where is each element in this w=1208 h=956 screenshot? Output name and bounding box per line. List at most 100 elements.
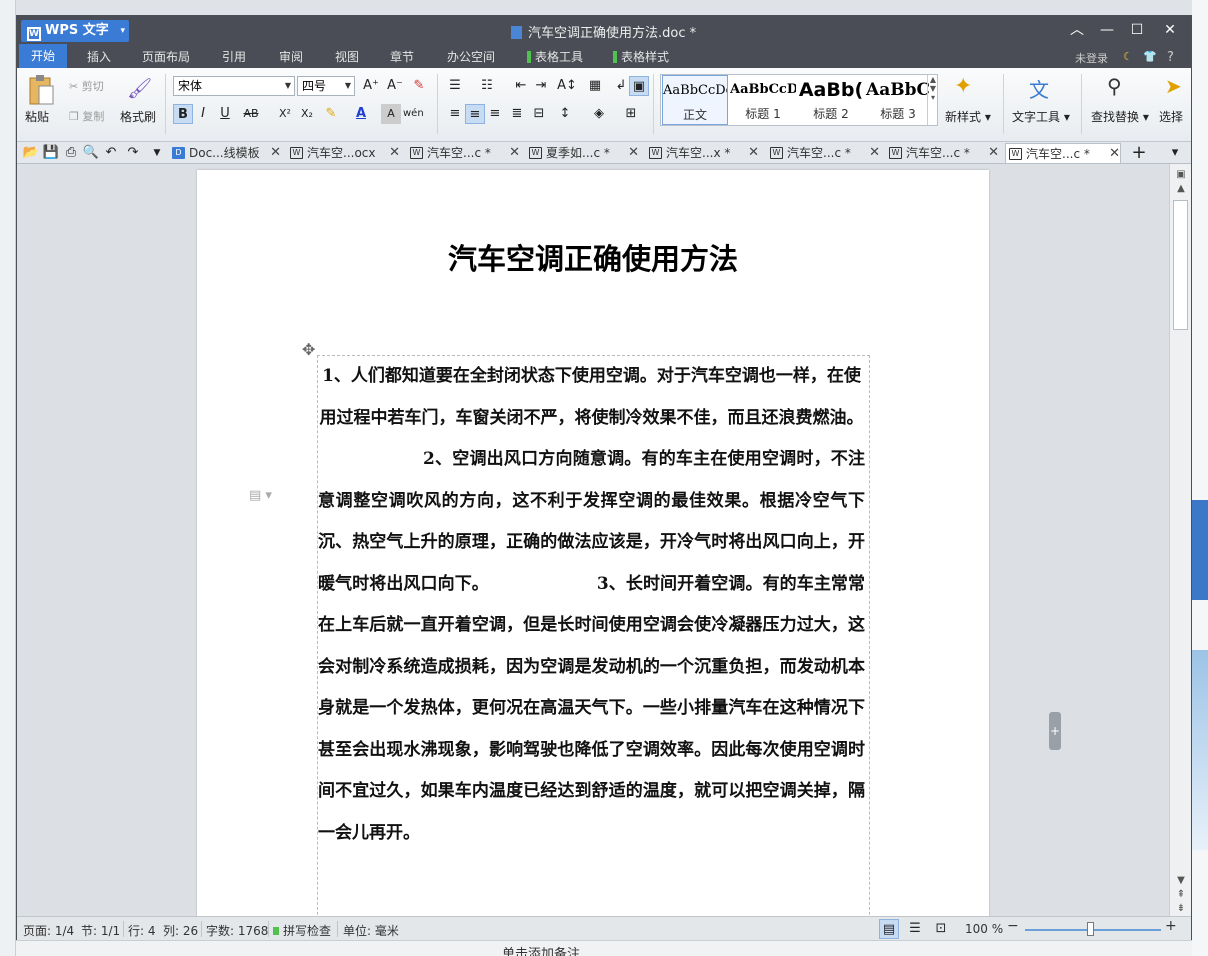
show-marks-icon[interactable]: ↲ <box>611 76 631 96</box>
status-page[interactable]: 页面: 1/4 <box>23 922 74 939</box>
paragraph-1[interactable]: 1、人们都知道要在全封闭状态下使用空调。对于汽车空调也一样，在使用过程中若车门，… <box>318 356 869 439</box>
shrink-font-button[interactable]: A⁻ <box>385 76 405 96</box>
tab-references[interactable]: 引用 <box>222 48 246 65</box>
tab-sections[interactable]: 章节 <box>390 48 414 65</box>
font-size-select[interactable]: 四号 ▼ <box>297 76 355 96</box>
new-style-button[interactable]: 新样式 ▾ <box>945 108 991 125</box>
style-normal[interactable]: AaBbCcDd 正文 <box>662 75 728 125</box>
align-right-icon[interactable]: ≡ <box>485 104 505 124</box>
next-page-icon[interactable]: ⇟ <box>1174 902 1188 916</box>
tab-view[interactable]: 视图 <box>335 48 359 65</box>
cut-button[interactable]: ✂ 剪切 <box>69 78 104 94</box>
style-heading-2[interactable]: AaBb( 标题 2 <box>798 75 864 125</box>
distribute-icon[interactable]: ⊟ <box>529 104 549 124</box>
vertical-scrollbar[interactable]: ▣ ▲ ▼ ⇞ ⇟ <box>1169 164 1191 916</box>
tab-table-style[interactable]: 表格样式 <box>613 48 669 65</box>
text-direction-icon[interactable]: A↕ <box>557 76 577 96</box>
skin-icon[interactable]: ☾ <box>1123 50 1133 63</box>
paste-button[interactable]: 粘贴 <box>25 108 49 125</box>
new-style-icon[interactable]: ✦ <box>954 74 972 99</box>
bullets-icon[interactable]: ☰ <box>445 76 465 96</box>
tab-review[interactable]: 审阅 <box>279 48 303 65</box>
close-tab-icon[interactable]: ✕ <box>628 143 639 163</box>
select-cursor-icon[interactable]: ➤ <box>1165 74 1182 98</box>
redo-icon[interactable]: ↷ <box>123 143 143 163</box>
move-handle-icon[interactable]: ✥ <box>302 340 315 359</box>
help-button[interactable]: ? <box>1167 50 1174 65</box>
format-painter-button[interactable]: 格式刷 <box>120 108 156 125</box>
scroll-top-icon[interactable]: ▣ <box>1174 168 1188 182</box>
doc-tab[interactable]: W 汽车空...c * ✕ <box>407 143 520 163</box>
tab-office-space[interactable]: 办公空间 <box>447 48 495 65</box>
select-button[interactable]: 选择 <box>1159 108 1183 125</box>
underline-button[interactable]: U <box>215 104 235 124</box>
frame-icon[interactable]: ▣ <box>629 76 649 96</box>
doc-tab[interactable]: W 汽车空...c * ✕ <box>767 143 880 163</box>
clear-format-button[interactable]: ✎ <box>409 76 429 96</box>
web-view-icon[interactable]: ⊡ <box>931 919 951 939</box>
zoom-slider-thumb[interactable] <box>1087 922 1094 936</box>
char-shading-icon[interactable]: A <box>381 104 401 124</box>
doc-tab[interactable]: W 夏季如...c * ✕ <box>526 143 639 163</box>
align-center-icon[interactable]: ≡ <box>465 104 485 124</box>
borders-icon[interactable]: ⊞ <box>621 104 641 124</box>
close-tab-icon[interactable]: ✕ <box>389 143 400 163</box>
table-grid-icon[interactable]: ▦ <box>585 76 605 96</box>
decrease-indent-icon[interactable]: ⇤ <box>511 76 531 96</box>
doc-tab[interactable]: W 汽车空...x * ✕ <box>646 143 759 163</box>
grow-font-button[interactable]: A⁺ <box>361 76 381 96</box>
zoom-level[interactable]: 100 % <box>965 922 1003 936</box>
copy-button[interactable]: ❐ 复制 <box>69 108 104 124</box>
text-tools-button[interactable]: 文字工具 ▾ <box>1012 108 1070 125</box>
maximize-button[interactable]: ☐ <box>1122 20 1152 40</box>
close-tab-icon[interactable]: ✕ <box>748 143 759 163</box>
tab-page-layout[interactable]: 页面布局 <box>142 48 190 65</box>
subscript-button[interactable]: X₂ <box>297 104 317 124</box>
save-icon[interactable]: 💾 <box>41 143 61 163</box>
text-tools-icon[interactable]: 文 <box>1029 74 1049 103</box>
new-tab-icon[interactable]: + <box>1129 143 1149 163</box>
status-unit[interactable]: 单位: 毫米 <box>343 922 399 939</box>
document-page[interactable]: 汽车空调正确使用方法 ✥ ▤ ▾ 1、人们都知道要在全封闭状态下使用空调。对于汽… <box>197 170 1061 916</box>
paragraph-2[interactable]: 2、空调出风口方向随意调。有的车主在使用空调时，不注意调整空调吹风的方向，这不利… <box>318 439 869 854</box>
spellcheck-toggle[interactable]: 拼写检查 <box>273 922 331 939</box>
scrollbar-thumb[interactable] <box>1173 200 1188 330</box>
font-color-icon[interactable]: A <box>351 104 371 124</box>
open-folder-icon[interactable]: 📂 <box>21 143 41 163</box>
close-button[interactable]: ✕ <box>1155 20 1185 40</box>
close-tab-icon[interactable]: ✕ <box>869 143 880 163</box>
tab-list-icon[interactable]: ▾ <box>1165 143 1185 163</box>
paragraph-layout-icon[interactable]: ▤ ▾ <box>249 488 272 503</box>
close-tab-icon[interactable]: ✕ <box>988 143 999 163</box>
app-menu-button[interactable]: W WPS 文字 ▾ <box>21 20 129 42</box>
zoom-out-button[interactable]: − <box>1007 918 1019 934</box>
doc-tab[interactable]: W 汽车空...ocx ✕ <box>287 143 400 163</box>
page-view-icon[interactable]: ▤ <box>879 919 899 939</box>
doc-tab[interactable]: W 汽车空...c * ✕ <box>886 143 999 163</box>
print-preview-icon[interactable]: 🔍 <box>81 143 101 163</box>
font-name-select[interactable]: 宋体 ▼ <box>173 76 295 96</box>
doc-tab[interactable]: D Doc...线模板 ✕ <box>169 143 281 163</box>
close-tab-icon[interactable]: ✕ <box>509 143 520 163</box>
line-spacing-icon[interactable]: ↕ <box>555 104 575 124</box>
highlight-icon[interactable]: ✎ <box>321 104 341 124</box>
strikethrough-button[interactable]: AB <box>241 104 261 124</box>
style-heading-3[interactable]: AaBbC 标题 3 <box>865 75 931 125</box>
tab-insert[interactable]: 插入 <box>87 48 111 65</box>
shirt-icon[interactable]: 👕 <box>1143 50 1157 63</box>
style-heading-1[interactable]: AaBbCcDd 标题 1 <box>730 75 796 125</box>
tab-table-tools[interactable]: 表格工具 <box>527 48 583 65</box>
binoculars-icon[interactable]: ⚲ <box>1107 74 1122 98</box>
prev-page-icon[interactable]: ⇞ <box>1174 888 1188 902</box>
numbering-icon[interactable]: ☷ <box>477 76 497 96</box>
increase-indent-icon[interactable]: ⇥ <box>531 76 551 96</box>
quick-access-menu-icon[interactable]: ▼ <box>147 143 167 163</box>
scroll-up-icon[interactable]: ▲ <box>1174 182 1188 196</box>
undo-icon[interactable]: ↶ <box>101 143 121 163</box>
align-left-icon[interactable]: ≡ <box>445 104 465 124</box>
close-tab-icon[interactable]: ✕ <box>270 143 281 163</box>
minimize-button[interactable]: — <box>1092 20 1122 40</box>
bold-button[interactable]: B <box>173 104 193 124</box>
doc-tab-active[interactable]: W 汽车空...c * ✕ <box>1005 143 1121 163</box>
text-box[interactable]: 1、人们都知道要在全封闭状态下使用空调。对于汽车空调也一样，在使用过程中若车门，… <box>317 355 870 916</box>
